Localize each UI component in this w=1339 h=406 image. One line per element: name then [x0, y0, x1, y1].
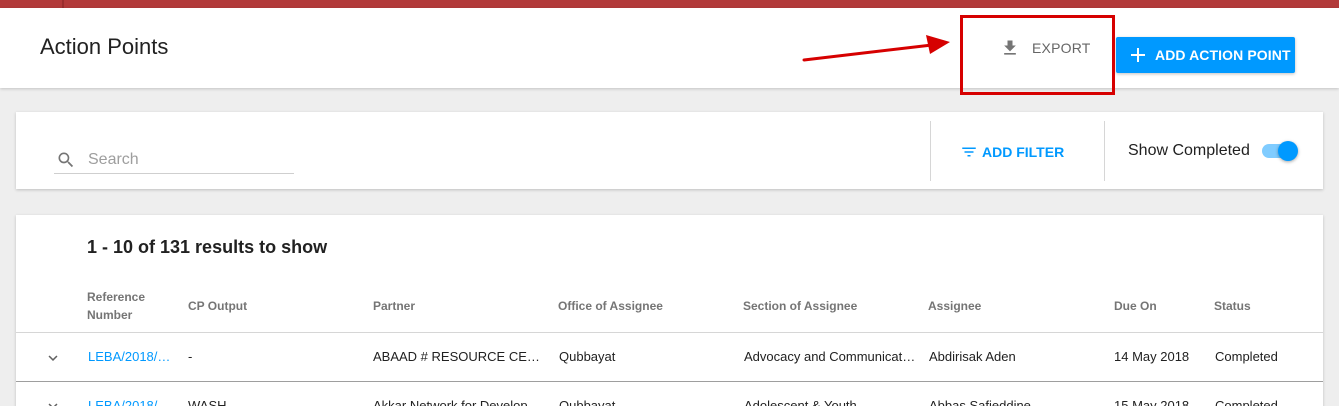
action-points-table: 1 - 10 of 131 results to show Reference …	[16, 215, 1323, 406]
plus-icon	[1131, 48, 1145, 62]
download-icon	[1004, 40, 1016, 55]
section-cell: Adolescent & Youth	[744, 398, 857, 406]
filter-divider	[1104, 121, 1105, 181]
toggle-thumb	[1278, 141, 1298, 161]
column-header-label: Number	[87, 308, 133, 322]
column-header-office[interactable]: Office of Assignee	[558, 297, 663, 315]
app-top-bar	[0, 0, 1339, 8]
assignee-cell: Abbas Safieddine	[929, 398, 1031, 406]
status-cell: Completed	[1215, 349, 1278, 364]
column-header-partner[interactable]: Partner	[373, 297, 415, 315]
add-action-point-button[interactable]: ADD ACTION POINT	[1116, 37, 1295, 73]
page-title: Action Points	[40, 34, 169, 59]
reference-link[interactable]: LEBA/2018/…	[88, 349, 178, 364]
partner-cell: Akkar Network for Develop…	[373, 398, 541, 406]
column-header-section[interactable]: Section of Assignee	[743, 297, 857, 315]
chevron-down-icon[interactable]	[44, 397, 62, 406]
assignee-cell: Abdirisak Aden	[929, 349, 1016, 364]
due-on-cell: 14 May 2018	[1114, 349, 1190, 364]
section-cell: Advocacy and Communicat…	[744, 349, 916, 364]
due-on-cell: 15 May 2018	[1114, 398, 1190, 406]
filter-panel: ADD FILTER Show Completed	[16, 112, 1323, 189]
reference-link[interactable]: LEBA/2018/…	[88, 398, 178, 406]
column-header-due-on[interactable]: Due On	[1114, 297, 1157, 315]
add-filter-button[interactable]: ADD FILTER	[960, 142, 1064, 162]
column-header-label: Reference	[87, 290, 146, 304]
status-cell: Completed	[1215, 398, 1278, 406]
add-filter-label: ADD FILTER	[982, 144, 1065, 160]
annotation-arrow	[802, 35, 950, 62]
column-header-status[interactable]: Status	[1214, 297, 1251, 315]
column-header-reference-number[interactable]: Reference Number	[87, 288, 145, 324]
cp-output-cell: -	[188, 349, 193, 364]
results-count: 1 - 10 of 131 results to show	[87, 237, 328, 257]
office-cell: Qubbayat	[559, 349, 616, 364]
chevron-down-icon[interactable]	[44, 349, 62, 367]
show-completed-label: Show Completed	[1128, 142, 1250, 159]
row-divider	[16, 381, 1323, 382]
export-label: EXPORT	[1032, 40, 1091, 56]
filter-divider	[930, 121, 931, 181]
filter-list-icon	[962, 147, 976, 157]
add-action-point-label: ADD ACTION POINT	[1155, 47, 1291, 63]
column-header-cp-output[interactable]: CP Output	[188, 297, 247, 315]
search-field	[54, 146, 294, 174]
header-divider	[16, 332, 1323, 333]
search-icon	[58, 152, 74, 168]
page-header: Action Points EXPORT ADD ACTION POINT	[0, 8, 1339, 88]
column-header-assignee[interactable]: Assignee	[928, 297, 981, 315]
cp-output-cell: WASH	[188, 398, 227, 406]
partner-cell: ABAAD # RESOURCE CENT…	[373, 349, 543, 364]
search-input[interactable]	[88, 149, 288, 171]
top-bar-divider	[62, 0, 64, 8]
export-button[interactable]: EXPORT	[1000, 36, 1091, 60]
show-completed-toggle[interactable]	[1262, 141, 1298, 161]
office-cell: Qubbayat	[559, 398, 616, 406]
